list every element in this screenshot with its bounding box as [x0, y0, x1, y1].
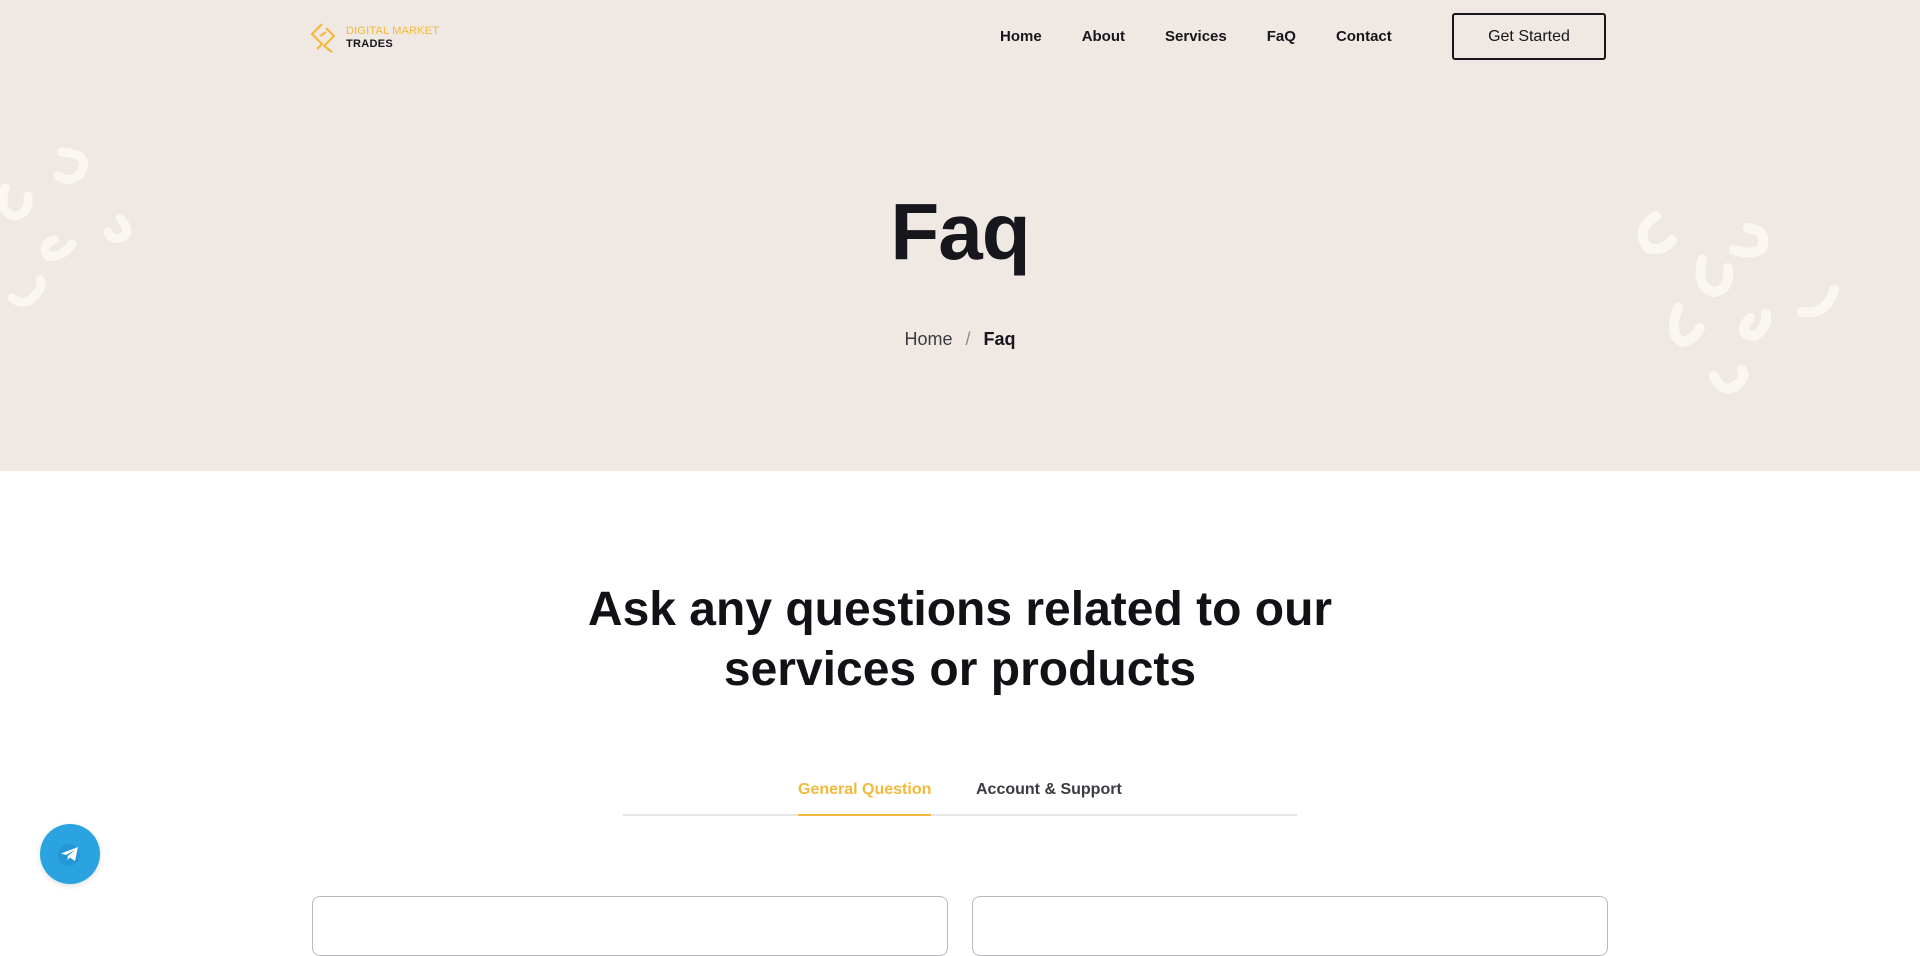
- telegram-icon: [58, 844, 80, 866]
- breadcrumb-home-link[interactable]: Home: [904, 329, 952, 349]
- brand-name-line1: DIGITAL MARKET: [346, 25, 440, 37]
- faq-tabs: General Question Account & Support: [623, 775, 1297, 816]
- nav-contact-link[interactable]: Contact: [1336, 27, 1392, 47]
- get-started-button[interactable]: Get Started: [1452, 13, 1606, 60]
- faq-accordion-item[interactable]: [972, 896, 1608, 956]
- page-hero: DIGITAL MARKET TRADES Home About Service…: [0, 0, 1920, 471]
- nav-about-link[interactable]: About: [1082, 27, 1125, 47]
- nav-services-link[interactable]: Services: [1165, 27, 1227, 47]
- breadcrumb-separator: /: [965, 329, 971, 349]
- logo-icon: [310, 23, 336, 53]
- breadcrumb-current: Faq: [983, 329, 1016, 349]
- brand-logo[interactable]: DIGITAL MARKET TRADES: [310, 22, 439, 54]
- brand-name-line2: TRADES: [346, 38, 394, 50]
- top-navbar: DIGITAL MARKET TRADES Home About Service…: [0, 0, 1920, 75]
- nav-home-link[interactable]: Home: [1000, 27, 1042, 47]
- breadcrumb: Home / Faq: [0, 327, 1920, 351]
- faq-section-heading: Ask any questions related to our service…: [587, 583, 1333, 696]
- tab-general-question[interactable]: General Question: [798, 779, 932, 816]
- page-title: Faq: [890, 187, 1030, 276]
- main-menu: Home About Services FaQ Contact: [1000, 27, 1432, 47]
- tab-account-support[interactable]: Account & Support: [976, 779, 1122, 801]
- nav-faq-link[interactable]: FaQ: [1267, 27, 1296, 47]
- telegram-chat-button[interactable]: [40, 824, 100, 884]
- faq-accordion-item[interactable]: [312, 896, 948, 956]
